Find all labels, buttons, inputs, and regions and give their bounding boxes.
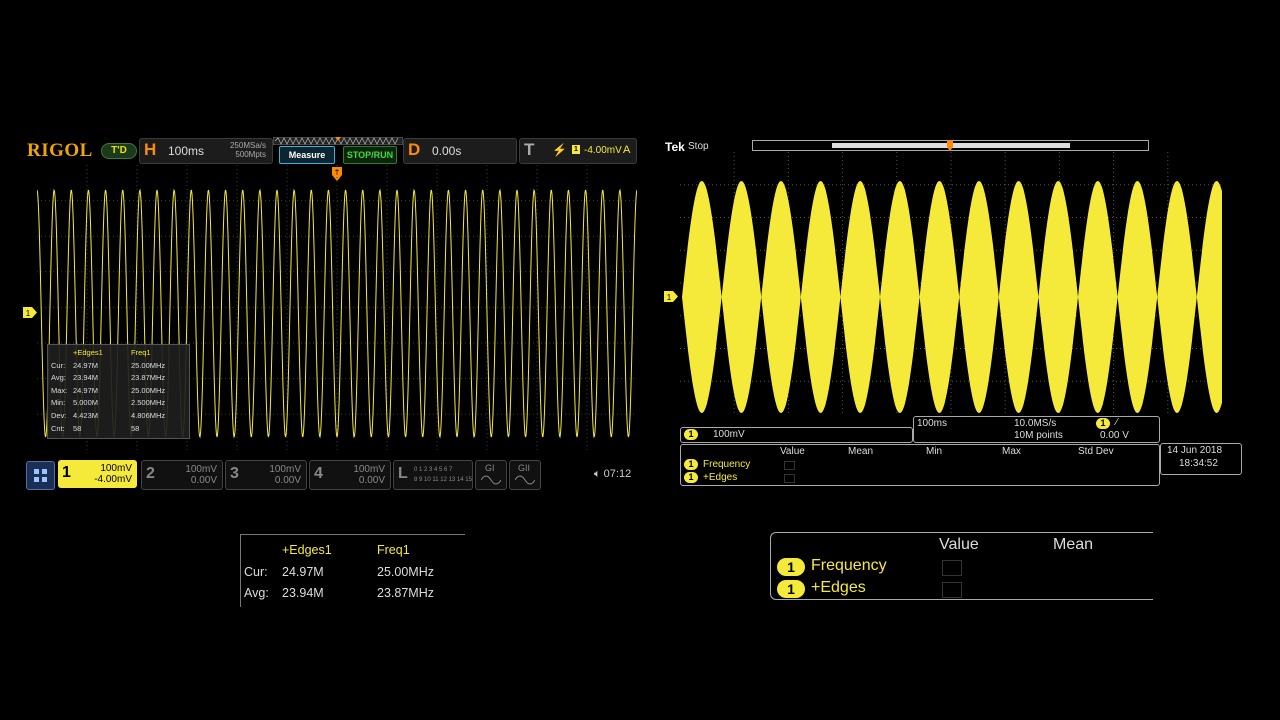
meas-row: Cur: 24.97M 25.00MHz xyxy=(51,361,166,370)
grid-menu-icon xyxy=(34,469,47,482)
timebase-value: 100ms xyxy=(168,144,205,158)
svg-text:1: 1 xyxy=(667,293,672,302)
acquisition-status: Stop xyxy=(688,141,709,152)
delay-settings[interactable]: D 0.00s xyxy=(403,138,517,164)
envelope-lobe xyxy=(1078,181,1118,413)
envelope-lobe xyxy=(959,181,999,413)
meas-row: Avg: 23.94M 23.87MHz xyxy=(51,373,166,382)
rising-edge-icon: ⁄ xyxy=(1116,417,1118,428)
trigger-letter: T xyxy=(524,140,535,159)
tek-waveform-display xyxy=(680,152,1222,414)
trigger-status-badge: T'D xyxy=(101,143,137,159)
value-cell xyxy=(942,582,962,598)
channel1-button[interactable]: 1 100mV -4.00mV xyxy=(58,460,137,488)
envelope-lobe xyxy=(761,181,801,413)
envelope-lobe xyxy=(998,181,1039,413)
sine-icon xyxy=(481,475,501,485)
channel3-button[interactable]: 3 100mV 0.00V xyxy=(225,460,307,490)
generator1-button[interactable]: GI xyxy=(475,460,507,490)
delay-letter: D xyxy=(408,140,421,159)
measurement-panel[interactable]: +Edges1 Freq1 Cur: 24.97M 25.00MHz Avg: 23.… xyxy=(47,344,190,439)
rigol-logo: RIGOL xyxy=(27,140,93,161)
value-cell xyxy=(784,474,795,483)
meas-row: Dev: 4.423M 4.806MHz xyxy=(51,411,166,420)
trigger-settings[interactable]: T ⚡ 1 -4.00mV A xyxy=(519,138,637,164)
tek-channel-scale[interactable]: 1 100mV xyxy=(680,427,913,443)
meas-row: Cnt: 58 58 xyxy=(51,424,140,433)
stop-run-button[interactable]: STOP/RUN xyxy=(343,146,397,164)
envelope-lobe xyxy=(1038,181,1078,413)
meas-row: Min: 5.000M 2.500MHz xyxy=(51,398,166,407)
edge-trigger-icon: ⚡ xyxy=(552,143,567,157)
value-cell xyxy=(784,461,795,470)
value-cell xyxy=(942,560,962,576)
envelope-lobe xyxy=(880,181,920,413)
trigger-mode: A xyxy=(623,144,631,156)
trigger-source-chip: 1 xyxy=(572,145,580,154)
tek-channel1-marker[interactable]: 1 xyxy=(664,291,678,302)
envelope-lobe xyxy=(682,181,722,413)
trigger-level: -4.00mV xyxy=(584,145,622,156)
tek-trigger-source: 1 xyxy=(1096,418,1110,429)
sine-icon xyxy=(515,475,535,485)
channel1-values: 100mV -4.00mV xyxy=(94,463,132,485)
channel4-button[interactable]: 4 100mV 0.00V xyxy=(309,460,391,490)
meas-row: Max: 24.97M 25.00MHz xyxy=(51,386,166,395)
envelope-lobe xyxy=(1196,181,1222,413)
measure-button[interactable]: Measure xyxy=(279,146,335,164)
svg-text:1: 1 xyxy=(26,309,31,318)
channel2-button[interactable]: 2 100mV 0.00V xyxy=(141,460,223,490)
record-view-bar xyxy=(752,140,1149,151)
tek-horizontal-box[interactable]: 100ms 10.0MS/s 10M points 1 ⁄ 0.00 V xyxy=(913,416,1160,443)
delay-value: 0.00s xyxy=(432,144,462,158)
waveform-overview xyxy=(273,137,403,145)
envelope-lobe xyxy=(721,181,762,413)
channel1-ground-marker[interactable]: 1 xyxy=(23,307,37,318)
clock: 🔈︎ 07:12 xyxy=(594,468,632,480)
generator2-button[interactable]: GII xyxy=(509,460,541,490)
envelope-lobe xyxy=(1117,181,1158,413)
envelope-lobe xyxy=(840,181,880,413)
tek-datetime: 14 Jun 2018 18:34:52 xyxy=(1160,443,1242,475)
horizontal-settings[interactable]: H 100ms 250MSa/s 500Mpts xyxy=(139,138,273,164)
channel1-num: 1 xyxy=(62,464,71,481)
horizontal-letter: H xyxy=(144,140,157,159)
meas-header-edges: +Edges1 xyxy=(73,348,103,357)
envelope-lobe xyxy=(800,181,841,413)
menu-button[interactable] xyxy=(26,461,55,490)
rigol-measurement-zoom: +Edges1 Freq1 Cur: 24.97M 25.00MHz Avg: … xyxy=(240,534,465,607)
envelope-lobe xyxy=(1157,181,1197,413)
envelope-lobe xyxy=(919,181,960,413)
meas-header-freq: Freq1 xyxy=(131,348,151,357)
memory-depth: 500Mpts xyxy=(235,150,266,159)
sample-rate: 250MSa/s xyxy=(229,141,266,150)
tek-measurement-table[interactable]: Value Mean Min Max Std Dev 1 Frequency 1… xyxy=(680,444,1160,486)
logic-analyzer-button[interactable]: L 0 1 2 3 4 5 6 78 9 10 11 12 13 14 15 xyxy=(393,460,473,490)
speaker-icon: 🔈︎ xyxy=(594,468,601,480)
tek-measurement-zoom: Value Mean 1 Frequency 1 +Edges xyxy=(770,532,1153,600)
